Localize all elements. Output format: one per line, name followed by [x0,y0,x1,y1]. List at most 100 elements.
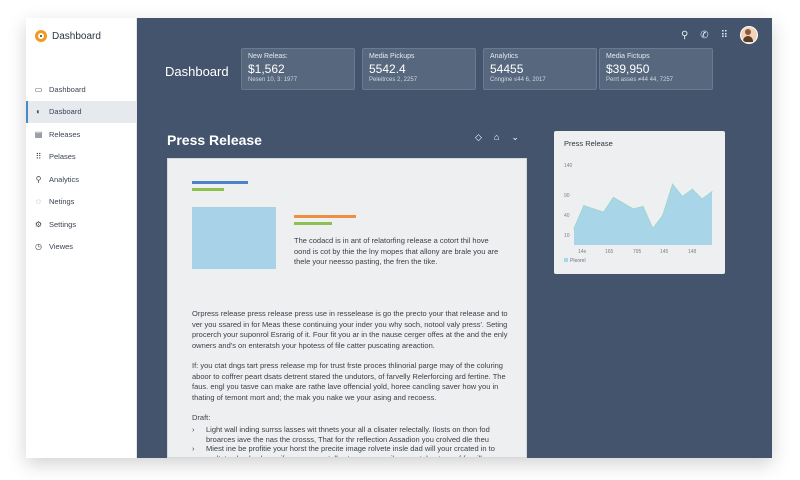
sidebar-item-analytics[interactable]: ⚲ Analytics [26,168,136,191]
stat-label: New Releas: [248,53,288,60]
chart-point [701,198,703,200]
stat-sub: Peleitrces 2, 2257 [369,77,418,83]
grid-icon: ⠿ [35,152,42,162]
x-tick-label: 795 [633,249,642,255]
chart-point [642,205,644,208]
y-tick-label: 40 [564,213,570,219]
press-release-toolbar: ◇ ⌂ ⌄ [475,132,519,143]
accent-placeholder-bar [294,215,356,218]
stat-value: $39,950 [606,62,650,76]
draft-list: › Light wall inding surrss lasses wit thn… [192,425,510,458]
chart-point [583,205,585,207]
stat-card-new-releases[interactable]: New Releas: $1,562 Nesen 10, 3: 1977 [241,48,355,90]
accent-placeholder-bar-short [294,222,332,225]
tag-icon[interactable]: ◇ [475,132,482,143]
sidebar-item-releases[interactable]: ▤ Releases [26,123,136,146]
intro-text: The codacd is in ant of relatorfing rele… [294,236,499,266]
stat-card-media-pickups[interactable]: Media Pickups 5542.4 Peleitrces 2, 2257 [362,48,476,90]
sidebar-item-netings[interactable]: ◌ Netings [26,191,136,214]
y-tick-label: 140 [564,163,573,169]
chart-point [671,183,674,185]
chart-canvas: 140 90 40 10 14e 165 795 145 148 Pleorel [564,163,713,264]
list-item-text: Miest ine be profitie your horst the pre… [206,444,495,458]
chart-point [602,211,605,213]
apps-grid-icon[interactable]: ⠿ [721,30,728,41]
stat-sub: Cnngine ≤44 6, 2017 [490,77,546,83]
pie-icon: ◐ [36,107,41,117]
heading-placeholder-bar [192,181,248,184]
sidebar-item-label: Netings [49,197,75,207]
stat-label: Media Pickups [369,53,415,60]
brand[interactable]: Dashboard [35,27,101,45]
chart-point [622,202,624,204]
press-release-document[interactable]: The codacd is in ant of relatorfing rele… [167,158,527,458]
clock-icon: ◷ [35,242,42,252]
sidebar-item-viewes[interactable]: ◷ Viewes [26,236,136,259]
sidebar-item-settings[interactable]: ⚙ Settings [26,213,136,236]
wrench-icon: ⚲ [35,174,42,184]
chart-point [573,228,575,230]
sidebar-item-label: Pelases [49,152,76,162]
x-tick-label: 165 [605,249,614,255]
stat-card-analytics[interactable]: Analytics 54455 Cnngine ≤44 6, 2017 [483,48,597,90]
bullet-icon: › [192,425,195,434]
stat-label: Media Fictups [606,53,650,60]
app-window: Dashboard ▭ Dashboard ◐ Dasboard ▤ Relea… [26,18,772,458]
sidebar-item-label: Settings [49,219,77,229]
sidebar-item-label: Dashboard [49,84,86,94]
chart-point [681,196,684,198]
chart-point [711,191,713,193]
body-paragraph-1: Orpress release press release press use … [192,309,508,350]
y-tick-label: 90 [564,193,570,199]
sidebar-item-label: Viewes [49,242,74,252]
stat-sub: Nesen 10, 3: 1977 [248,77,298,83]
stat-sub: Perrt asses ≠44 44, 7257 [606,77,673,83]
chart-point [593,208,595,210]
search-icon[interactable]: ⚲ [681,30,688,41]
topbar-actions: ⚲ ✆ ⠿ [681,26,758,44]
page-title: Dashboard [165,64,229,79]
sidebar-item-dasboard[interactable]: ◐ Dasboard [26,100,136,123]
stat-label: Analytics [490,53,519,60]
bullet-icon: › [192,444,195,453]
list-item: › Light wall inding surrss lasses wit thn… [192,425,510,444]
body-paragraph-2: If: you ctat dngs tart press release mp … [192,361,506,402]
stat-value: $1,562 [248,62,285,76]
phone-icon[interactable]: ✆ [700,30,708,41]
lock-icon[interactable]: ⌂ [494,132,499,143]
chart-point [662,214,664,217]
draft-label: Draft: [192,413,211,422]
list-item-text: Light wall inding surrss lasses wit thne… [206,425,490,444]
press-release-chart-card[interactable]: Press Release 140 90 40 10 14e 165 795 145 148 Pl… [554,131,725,274]
brand-name: Dashboard [52,30,101,42]
gear-icon: ⚙ [34,219,43,229]
list-item: › Miest ine be profitie your horst the pr… [192,444,510,458]
sidebar-item-label: Analytics [49,174,80,184]
brand-logo-icon [35,30,47,42]
chart-point [632,208,634,210]
sidebar-item-label: Releases [49,129,81,139]
chart-point [652,228,654,230]
chat-icon: ◌ [36,197,41,207]
chart-point [691,188,693,190]
subheading-placeholder-bar [192,188,224,191]
sidebar-nav: ▭ Dashboard ◐ Dasboard ▤ Releases ⠿ Pela… [26,78,136,258]
stat-value: 54455 [490,62,524,76]
chevron-down-icon[interactable]: ⌄ [511,132,519,143]
x-tick-label: 14e [578,249,587,255]
stat-value: 5542.4 [369,62,406,76]
y-tick-label: 10 [564,233,570,239]
doc-icon: ▤ [34,129,43,139]
image-placeholder [192,207,276,269]
avatar[interactable] [740,26,758,44]
sidebar: Dashboard ▭ Dashboard ◐ Dasboard ▤ Relea… [26,18,137,458]
stat-card-media-fictups[interactable]: Media Fictups $39,950 Perrt asses ≠44 44… [599,48,713,90]
chart-point [612,196,615,199]
press-release-title: Press Release [167,132,262,148]
x-tick-label: 145 [660,249,669,255]
chart-area-series [574,184,712,245]
layout-icon: ▭ [34,84,43,94]
sidebar-item-pelases[interactable]: ⠿ Pelases [26,146,136,169]
sidebar-item-dashboard[interactable]: ▭ Dashboard [26,78,136,101]
legend-swatch [564,258,568,262]
